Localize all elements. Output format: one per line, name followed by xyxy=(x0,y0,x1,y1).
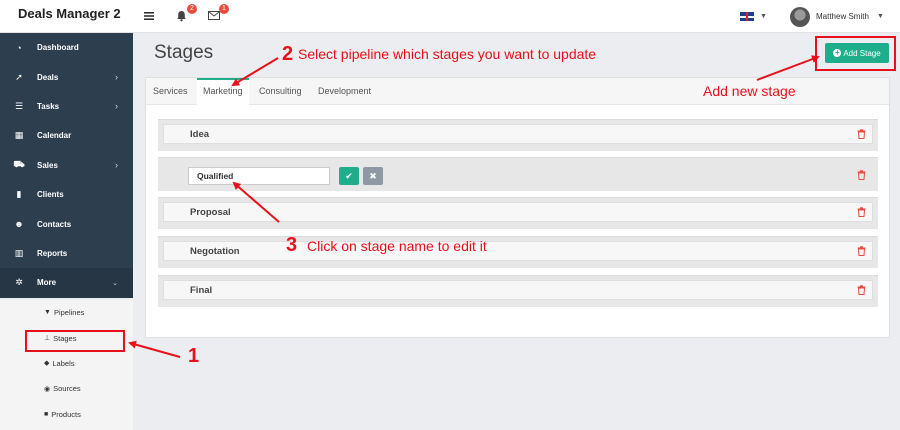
gear-icon: ✲ xyxy=(15,277,23,288)
chevron-right-icon: › xyxy=(115,160,118,171)
sidebar-item-label: Tasks xyxy=(37,101,60,111)
dashboard-icon: ◔ xyxy=(16,42,22,53)
more-submenu: ▼ Pipelines ⊥ Stages ◆ Labels ◉ Sources … xyxy=(0,300,133,430)
stage-row-editing: Qualified ✔ ✖ xyxy=(158,157,878,191)
list-icon: ☰ xyxy=(14,100,24,111)
submenu-item-label: Labels xyxy=(52,358,75,368)
app-title[interactable]: Deals Manager 2 xyxy=(0,0,133,33)
stage-name[interactable]: Idea xyxy=(190,129,209,140)
sidebar-item-dashboard[interactable]: ◔ Dashboard xyxy=(0,33,133,62)
gift-icon: ■ xyxy=(44,410,49,418)
stage-item: Idea xyxy=(163,124,873,144)
notifications-bell-icon[interactable]: 2 xyxy=(176,4,197,24)
uk-flag-icon[interactable] xyxy=(740,12,754,21)
submenu-item-pipelines[interactable]: ▼ Pipelines xyxy=(0,300,133,325)
sidebar-item-reports[interactable]: ▥ Reports xyxy=(0,239,133,268)
cart-icon: ⛟ xyxy=(13,159,25,170)
sidebar-item-label: Clients xyxy=(37,190,64,200)
annotation-step-3-text: Click on stage name to edit it xyxy=(307,238,487,254)
annotation-step-2-number: 2 xyxy=(282,43,294,65)
annotation-step-1-number: 1 xyxy=(188,345,200,367)
trash-icon[interactable] xyxy=(857,169,866,183)
sidebar-item-sales[interactable]: ⛟ Sales › xyxy=(0,151,133,180)
stage-name[interactable]: Proposal xyxy=(190,207,231,218)
stage-item: Negotation xyxy=(163,241,873,261)
trash-icon[interactable] xyxy=(857,206,866,220)
submenu-item-label: Products xyxy=(51,409,81,419)
stage-item: Proposal xyxy=(163,202,873,222)
calendar-icon: ▦ xyxy=(14,130,24,141)
annotation-step-3-number: 3 xyxy=(286,234,298,256)
tab-development[interactable]: Development xyxy=(318,78,382,105)
messages-envelope-icon[interactable]: 1 xyxy=(208,4,229,24)
filter-icon: ▼ xyxy=(44,309,51,317)
tab-marketing[interactable]: Marketing xyxy=(197,78,249,106)
tab-consulting[interactable]: Consulting xyxy=(259,78,311,105)
tags-icon: ◆ xyxy=(44,360,50,368)
stages-panel: Services Marketing Consulting Developmen… xyxy=(145,77,890,338)
submenu-item-label: Pipelines xyxy=(53,308,85,318)
sidebar-item-label: Contacts xyxy=(37,219,72,229)
bar-chart-icon: ▥ xyxy=(14,247,24,258)
rocket-icon: ➚ xyxy=(15,71,23,82)
page-title: Stages xyxy=(154,42,214,63)
sidebar-item-tasks[interactable]: ☰ Tasks › xyxy=(0,92,133,121)
sidebar-item-contacts[interactable]: ☻ Contacts xyxy=(0,209,133,238)
sidebar-item-calendar[interactable]: ▦ Calendar xyxy=(0,121,133,150)
stage-name-input[interactable]: Qualified xyxy=(188,167,330,185)
submenu-item-products[interactable]: ■ Products xyxy=(0,402,133,427)
sidebar-item-label: Sales xyxy=(37,160,58,170)
top-bar: Deals Manager 2 2 1 ▼ Matthew Smith ▼ xyxy=(0,0,900,33)
eye-icon: ◉ xyxy=(44,385,51,393)
confirm-check-button[interactable]: ✔ xyxy=(339,167,359,185)
avatar[interactable] xyxy=(790,7,810,27)
stage-row: Idea xyxy=(158,119,878,151)
messages-badge: 1 xyxy=(219,4,229,14)
annotation-stages-highlight xyxy=(25,330,125,352)
user-name[interactable]: Matthew Smith xyxy=(816,12,869,21)
sidebar-item-label: Dashboard xyxy=(37,43,79,53)
building-icon: ▮ xyxy=(16,189,22,200)
cancel-x-button[interactable]: ✖ xyxy=(363,167,383,185)
sidebar-item-label: More xyxy=(37,278,57,288)
sidebar-item-label: Deals xyxy=(37,72,59,82)
sidebar-item-deals[interactable]: ➚ Deals › xyxy=(0,62,133,91)
stage-name[interactable]: Negotation xyxy=(190,246,240,257)
chevron-down-icon: ⌄ xyxy=(112,279,118,287)
user-menu-caret-icon[interactable]: ▼ xyxy=(877,13,884,20)
submenu-item-sources[interactable]: ◉ Sources xyxy=(0,376,133,401)
notifications-badge: 2 xyxy=(187,4,197,14)
chevron-right-icon: › xyxy=(115,72,118,83)
trash-icon[interactable] xyxy=(857,284,866,298)
hamburger-menu-icon[interactable] xyxy=(144,8,160,24)
users-icon: ☻ xyxy=(14,219,24,230)
sidebar-item-label: Calendar xyxy=(37,131,72,141)
sidebar: ◔ Dashboard ➚ Deals › ☰ Tasks › ▦ Calend… xyxy=(0,33,133,298)
stage-name[interactable]: Final xyxy=(190,285,212,296)
stage-item: Final xyxy=(163,280,873,300)
sidebar-item-clients[interactable]: ▮ Clients xyxy=(0,180,133,209)
trash-icon[interactable] xyxy=(857,128,866,142)
trash-icon[interactable] xyxy=(857,245,866,259)
annotation-add-stage-text: Add new stage xyxy=(703,83,796,99)
sidebar-item-more[interactable]: ✲ More ⌄ xyxy=(0,268,133,298)
annotation-step-2-text: Select pipeline which stages you want to… xyxy=(298,46,597,62)
sidebar-item-label: Reports xyxy=(37,248,68,258)
arrow-to-stages-menu xyxy=(128,340,181,358)
chevron-right-icon: › xyxy=(115,101,118,112)
submenu-item-label: Sources xyxy=(53,384,81,394)
language-caret-icon[interactable]: ▼ xyxy=(760,13,767,20)
annotation-add-stage-highlight xyxy=(815,36,896,71)
stage-row: Negotation xyxy=(158,236,878,268)
tab-services[interactable]: Services xyxy=(153,78,197,105)
stage-item: Qualified ✔ ✖ xyxy=(163,167,873,187)
stage-row: Proposal xyxy=(158,197,878,229)
stage-row: Final xyxy=(158,275,878,307)
submenu-item-labels[interactable]: ◆ Labels xyxy=(0,351,133,376)
